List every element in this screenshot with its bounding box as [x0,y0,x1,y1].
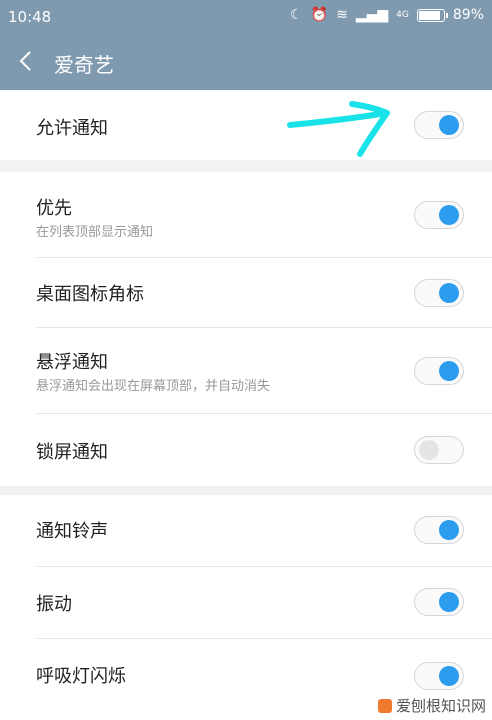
toggle-knob [439,520,459,540]
setting-row-lockscreen[interactable]: 锁屏通知 [0,414,492,486]
watermark-text: 爱刨根知识网 [395,697,486,715]
toggle-switch[interactable] [414,201,464,229]
title-bar: 爱奇艺 [0,34,492,90]
toggle-switch[interactable] [414,357,464,385]
toggle-knob [439,283,459,303]
annotation-arrow-icon [287,101,390,157]
setting-row-badge[interactable]: 桌面图标角标 [0,258,492,328]
watermark-logo-icon [377,698,392,713]
setting-description: 悬浮通知会出现在屏幕顶部，并自动消失 [36,379,271,394]
status-bar: 10:48 ☾ ⏰ ≋ ▂▄▆ 4G 89% [0,0,492,34]
toggle-switch[interactable] [414,111,464,139]
toggle-knob [439,205,459,225]
setting-label: 锁屏通知 [36,442,108,463]
setting-label: 呼吸灯闪烁 [36,666,126,687]
network-type: 4G [396,10,409,20]
toggle-knob [439,115,459,135]
setting-row-vibration[interactable]: 振动 [0,567,492,639]
setting-label: 通知铃声 [36,521,108,542]
section-display: 优先 在列表顶部显示通知 桌面图标角标 悬浮通知 悬浮通知会出现在屏幕顶部，并自… [0,172,492,486]
toggle-knob [439,361,459,381]
toggle-switch[interactable] [414,588,464,616]
setting-label: 悬浮通知 [36,352,108,373]
setting-row-allow-notifications[interactable]: 允许通知 [0,90,492,160]
alarm-icon: ⏰ [310,7,329,23]
moon-icon: ☾ [290,7,303,23]
wifi-icon: ≋ [336,7,348,23]
setting-row-priority[interactable]: 优先 在列表顶部显示通知 [0,172,492,258]
section-alerts: 通知铃声 振动 呼吸灯闪烁 [0,495,492,720]
chevron-left-icon[interactable] [14,44,40,78]
toggle-switch[interactable] [414,662,464,690]
toggle-knob [419,440,439,460]
status-time: 10:48 [8,8,52,26]
toggle-switch[interactable] [414,279,464,307]
section-allow: 允许通知 [0,90,492,160]
setting-row-floating[interactable]: 悬浮通知 悬浮通知会出现在屏幕顶部，并自动消失 [0,328,492,414]
status-icons: ☾ ⏰ ≋ ▂▄▆ 4G 89% [290,7,484,23]
setting-label: 桌面图标角标 [36,284,144,305]
toggle-switch[interactable] [414,516,464,544]
watermark: 爱刨根知识网 [377,695,486,716]
toggle-switch[interactable] [414,436,464,464]
battery-percent: 89% [452,7,484,23]
toggle-knob [439,666,459,686]
page-title: 爱奇艺 [54,53,114,77]
toggle-knob [439,592,459,612]
setting-label: 优先 [36,198,72,219]
setting-description: 在列表顶部显示通知 [36,225,154,240]
battery-icon [416,8,448,22]
setting-label: 振动 [36,594,72,615]
setting-row-ringtone[interactable]: 通知铃声 [0,495,492,567]
signal-icon: ▂▄▆ [355,7,389,23]
setting-label: 允许通知 [36,118,108,139]
